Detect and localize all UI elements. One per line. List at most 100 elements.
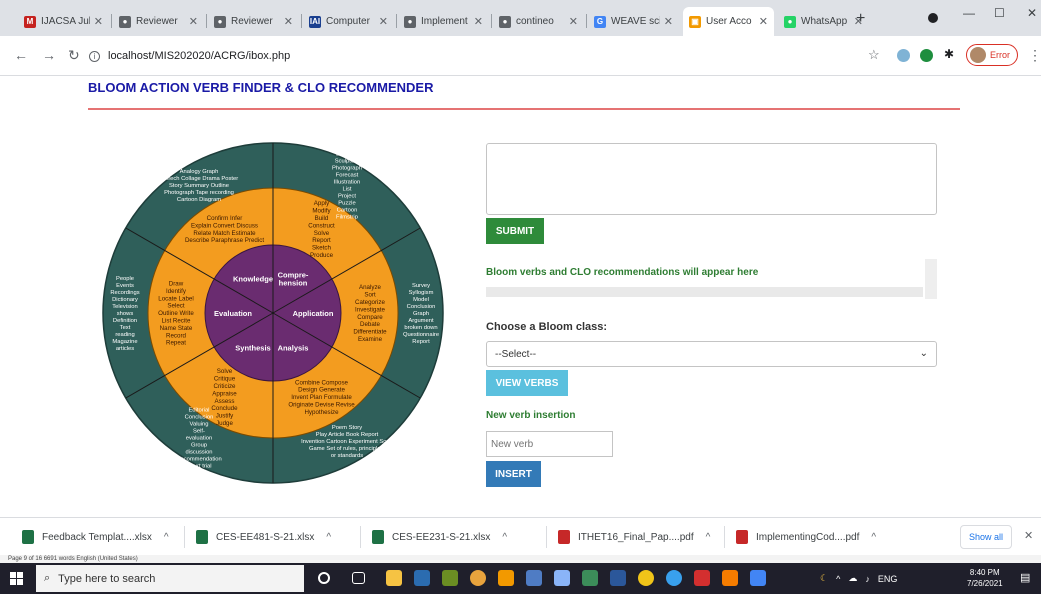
tab-favicon-icon: ● [119, 15, 131, 28]
download-item[interactable]: ITHET16_Final_Pap....pdf ^ [558, 528, 710, 546]
download-item[interactable]: CES-EE481-S-21.xlsx ^ [196, 528, 331, 546]
browser-tab[interactable]: IAI Computer ✕ [303, 7, 394, 36]
pdf-file-icon [558, 530, 570, 544]
app-icon[interactable] [442, 570, 458, 586]
profile-error-button[interactable]: Error [966, 44, 1018, 66]
chrome-icon[interactable] [470, 570, 486, 586]
forward-icon[interactable]: → [42, 47, 56, 63]
windows-start-icon[interactable] [10, 572, 23, 585]
download-separator [360, 526, 361, 548]
new-verb-input[interactable] [486, 431, 613, 457]
new-verb-heading: New verb insertion [486, 410, 576, 421]
browser-tab[interactable]: G WEAVE sci ✕ [588, 7, 679, 36]
tab-favicon-icon: IAI [309, 15, 321, 28]
browser-tab[interactable]: M IJACSA July ✕ [18, 7, 109, 36]
file-explorer-icon[interactable] [386, 570, 402, 586]
back-icon[interactable]: ← [14, 47, 28, 63]
close-shelf-icon[interactable]: ✕ [1024, 529, 1033, 542]
tab-close-icon[interactable]: ✕ [94, 15, 103, 28]
show-hidden-icons[interactable]: ^ [836, 574, 840, 584]
browser-tab[interactable]: ● Implement ✕ [398, 7, 489, 36]
download-menu-caret-icon[interactable]: ^ [326, 532, 331, 543]
download-item[interactable]: ImplementingCod....pdf ^ [736, 528, 876, 546]
download-item[interactable]: Feedback Templat....xlsx ^ [22, 528, 169, 546]
tab-label: contineo [516, 16, 554, 27]
address-bar[interactable]: i localhost/MIS202020/ACRG/ibox.php [89, 44, 889, 68]
maximize-icon[interactable]: ☐ [994, 6, 1005, 20]
night-light-icon[interactable]: ☾ [820, 573, 828, 584]
app-icon[interactable] [638, 570, 654, 586]
browser-menu-icon[interactable]: ⋮ [1028, 47, 1041, 64]
browser-tab[interactable]: ● contineo ✕ [493, 7, 584, 36]
tab-close-icon[interactable]: ✕ [474, 15, 483, 28]
app-icon[interactable] [694, 570, 710, 586]
browser-tab[interactable]: ▣ User Acco ✕ [683, 7, 774, 36]
tab-favicon-icon: ▣ [689, 15, 701, 28]
download-menu-caret-icon[interactable]: ^ [871, 532, 876, 543]
pdf-file-icon [736, 530, 748, 544]
close-window-icon[interactable]: ✕ [1027, 6, 1037, 20]
outlook-icon[interactable] [414, 570, 430, 586]
download-menu-caret-icon[interactable]: ^ [164, 532, 169, 543]
bookmark-star-icon[interactable]: ☆ [868, 47, 880, 63]
minimize-icon[interactable]: — [963, 6, 975, 20]
browser-tab[interactable]: ● Reviewer ✕ [208, 7, 299, 36]
download-filename: ITHET16_Final_Pap....pdf [578, 531, 694, 543]
grammarly-extension-icon[interactable] [920, 49, 933, 62]
horizontal-scrollbar[interactable] [486, 287, 923, 297]
system-tray: ☾ ^ ☁ ♪ ENG [820, 563, 897, 594]
vertical-scrollbar[interactable] [925, 259, 937, 299]
page-title: BLOOM ACTION VERB FINDER & CLO RECOMMEND… [88, 80, 434, 95]
tab-close-icon[interactable]: ✕ [189, 15, 198, 28]
tab-close-icon[interactable]: ✕ [379, 15, 388, 28]
profile-indicator-icon[interactable] [928, 13, 938, 23]
language-indicator[interactable]: ENG [878, 574, 898, 584]
app-icon[interactable] [750, 570, 766, 586]
app-icon[interactable] [526, 570, 542, 586]
tab-separator [586, 14, 587, 28]
tab-close-icon[interactable]: ✕ [759, 15, 768, 28]
word-icon[interactable] [610, 570, 626, 586]
submit-button[interactable]: SUBMIT [486, 218, 544, 244]
download-filename: CES-EE231-S-21.xlsx [392, 531, 491, 543]
app-icon[interactable] [666, 570, 682, 586]
tab-favicon-icon: M [24, 15, 36, 28]
tab-close-icon[interactable]: ✕ [284, 15, 293, 28]
bloom-level-label: Analysis [278, 344, 309, 353]
bloom-taxonomy-wheel: Knowledge Compre-hension Application Analys… [102, 142, 444, 484]
view-verbs-button[interactable]: VIEW VERBS [486, 370, 568, 396]
insert-button[interactable]: INSERT [486, 461, 541, 487]
volume-icon[interactable]: ♪ [865, 574, 870, 584]
reload-icon[interactable]: ↻ [68, 47, 80, 64]
app-icon[interactable] [722, 570, 738, 586]
download-menu-caret-icon[interactable]: ^ [502, 532, 507, 543]
bloom-class-select[interactable]: --Select-- ⌄ [486, 341, 937, 367]
show-all-button[interactable]: Show all [960, 525, 1012, 549]
new-tab-button[interactable]: + [856, 10, 865, 28]
tab-close-icon[interactable]: ✕ [664, 15, 673, 28]
bloom-level-label: Evaluation [214, 309, 252, 318]
download-item[interactable]: CES-EE231-S-21.xlsx ^ [372, 528, 507, 546]
tab-separator [111, 14, 112, 28]
download-filename: ImplementingCod....pdf [756, 531, 860, 543]
taskbar-search-box[interactable]: ⌕ Type here to search [36, 565, 304, 592]
task-view-icon[interactable] [352, 572, 365, 584]
search-icon: ⌕ [44, 572, 51, 584]
download-menu-caret-icon[interactable]: ^ [706, 532, 711, 543]
extension-icon[interactable] [897, 49, 910, 62]
tab-label: WhatsApp [801, 16, 848, 27]
cortana-icon[interactable] [318, 572, 330, 584]
verb-text-input[interactable] [486, 143, 937, 215]
notifications-icon[interactable]: ▤ [1020, 571, 1030, 584]
clock[interactable]: 8:40 PM 7/26/2021 [967, 567, 1003, 589]
browser-tab[interactable]: ● Reviewer ✕ [113, 7, 204, 36]
tab-close-icon[interactable]: ✕ [569, 15, 578, 28]
app-icon[interactable] [554, 570, 570, 586]
title-divider [88, 108, 960, 110]
download-filename: Feedback Templat....xlsx [42, 531, 152, 543]
network-icon[interactable]: ☁ [848, 573, 857, 584]
app-icon[interactable] [582, 570, 598, 586]
site-info-icon[interactable]: i [89, 50, 100, 62]
app-icon[interactable] [498, 570, 514, 586]
extensions-puzzle-icon[interactable]: ✱ [944, 47, 954, 61]
